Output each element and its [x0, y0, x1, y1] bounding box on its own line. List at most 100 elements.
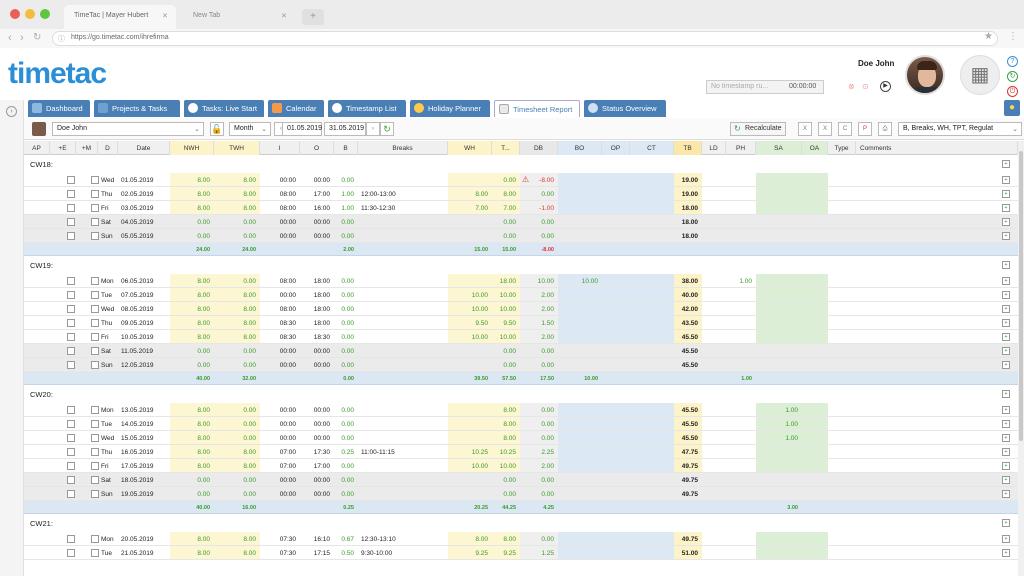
add-entry-icon[interactable]: + [1002, 160, 1010, 168]
edit-entry-icon[interactable]: + [1002, 333, 1010, 341]
column-header-type[interactable]: Type [828, 141, 856, 155]
column-header-o[interactable]: O [300, 141, 334, 155]
edit-entry-icon[interactable]: + [1002, 549, 1010, 557]
table-row[interactable]: Sun 19.05.2019 0.00 0.00 00:00 00:00 0.00 0.00 0… [24, 487, 1018, 501]
table-row[interactable]: Thu 02.05.2019 8.00 8.00 08:00 17:00 1.00 12:00… [24, 187, 1018, 201]
edit-entry-icon[interactable]: + [1002, 490, 1010, 498]
table-row[interactable]: Mon 06.05.2019 8.00 0.00 08:00 18:00 0.00 18.00… [24, 274, 1018, 288]
period-select[interactable]: Month ⌄ [229, 122, 271, 136]
column-header-i[interactable]: I [260, 141, 300, 155]
edit-entry-icon[interactable]: + [1002, 305, 1010, 313]
edit-entry-icon[interactable]: + [1002, 535, 1010, 543]
table-row[interactable]: Fri 17.05.2019 8.00 8.00 07:00 17:00 0.00 10.00… [24, 459, 1018, 473]
bookmark-star-icon[interactable]: ★ [984, 31, 993, 42]
plus-e-checkbox[interactable] [67, 462, 75, 470]
column-header-t[interactable]: T... [492, 141, 520, 155]
table-row[interactable]: Fri 03.05.2019 8.00 8.00 08:00 16:00 1.00 11:30… [24, 201, 1018, 215]
refresh-icon[interactable]: ↻ [380, 122, 394, 136]
lock-icon[interactable]: 🔓 [210, 122, 224, 136]
table-row[interactable]: Fri 10.05.2019 8.00 8.00 08:30 18:30 0.00 10.00… [24, 330, 1018, 344]
minimize-window-button[interactable] [25, 9, 35, 19]
browser-tab-new[interactable]: New Tab ✕ [183, 5, 295, 29]
plus-e-checkbox[interactable] [67, 549, 75, 557]
plus-e-checkbox[interactable] [67, 476, 75, 484]
column-header-oa[interactable]: OA [802, 141, 828, 155]
edit-entry-icon[interactable]: + [1002, 420, 1010, 428]
table-row[interactable]: Wed 15.05.2019 8.00 0.00 00:00 00:00 0.00 8.00 0… [24, 431, 1018, 445]
column-header-sa[interactable]: SA [756, 141, 802, 155]
plus-e-checkbox[interactable] [67, 333, 75, 341]
vertical-scrollbar[interactable] [1018, 141, 1024, 576]
browser-menu-icon[interactable]: ⋮ [1008, 31, 1018, 42]
edit-entry-icon[interactable]: + [1002, 190, 1010, 198]
column-header-b[interactable]: B [334, 141, 358, 155]
forward-icon[interactable]: › [20, 32, 24, 44]
expand-sidebar-icon[interactable]: › [6, 106, 17, 117]
table-row[interactable]: Wed 08.05.2019 8.00 8.00 08:00 18:00 0.00 10.00… [24, 302, 1018, 316]
add-entry-icon[interactable]: + [1002, 519, 1010, 527]
play-icon[interactable]: ▶ [880, 81, 891, 92]
tab-calendar[interactable]: Calendar [268, 100, 324, 117]
table-row[interactable]: Sun 12.05.2019 0.00 0.00 00:00 00:00 0.00 0.00 0… [24, 358, 1018, 372]
edit-entry-icon[interactable]: + [1002, 462, 1010, 470]
timestamp-widget[interactable]: No timestamp ru... 00:00:00 [706, 80, 824, 94]
column-header-twh[interactable]: TWH [214, 141, 260, 155]
table-row[interactable]: Thu 09.05.2019 8.00 8.00 08:30 18:00 0.00 9.50 9… [24, 316, 1018, 330]
url-field[interactable]: ⓘ https://go.timetac.com/ihrefirma [52, 31, 998, 46]
recalculate-button[interactable]: ↻ Recalculate [730, 122, 786, 136]
table-row[interactable]: Tue 14.05.2019 8.00 0.00 00:00 00:00 0.00 8.00 0… [24, 417, 1018, 431]
edit-entry-icon[interactable]: + [1002, 406, 1010, 414]
column-header-e[interactable]: +E [50, 141, 76, 155]
close-tab-icon[interactable]: ✕ [281, 12, 287, 20]
table-row[interactable]: Sun 05.05.2019 0.00 0.00 00:00 00:00 0.00 0.00 0… [24, 229, 1018, 243]
edit-entry-icon[interactable]: + [1002, 176, 1010, 184]
column-header-date[interactable]: Date [118, 141, 170, 155]
plus-e-checkbox[interactable] [67, 232, 75, 240]
logout-icon[interactable]: ⏻ [1007, 86, 1018, 97]
table-row[interactable]: Sat 04.05.2019 0.00 0.00 00:00 00:00 0.00 0.00 0… [24, 215, 1018, 229]
column-header-bo[interactable]: BO [558, 141, 602, 155]
add-entry-icon[interactable]: + [1002, 390, 1010, 398]
column-header-op[interactable]: OP [602, 141, 630, 155]
date-to-field[interactable]: 31.05.2019 [324, 122, 366, 136]
edit-entry-icon[interactable]: + [1002, 434, 1010, 442]
plus-e-checkbox[interactable] [67, 420, 75, 428]
plus-e-checkbox[interactable] [67, 406, 75, 414]
plus-e-checkbox[interactable] [67, 190, 75, 198]
column-header-comments[interactable]: Comments [856, 141, 1018, 155]
company-building-icon[interactable]: ▦ [960, 55, 1000, 95]
edit-entry-icon[interactable]: + [1002, 291, 1010, 299]
scrollbar-thumb[interactable] [1019, 151, 1023, 441]
column-header-ct[interactable]: CT [630, 141, 674, 155]
browser-tab-timetac[interactable]: TimeTac | Mayer Hubert ✕ [64, 5, 176, 29]
tab-timestamp-list[interactable]: Timestamp List [328, 100, 406, 117]
table-row[interactable]: Mon 13.05.2019 8.00 0.00 00:00 00:00 0.00 8.00 0… [24, 403, 1018, 417]
column-header-db[interactable]: DB [520, 141, 558, 155]
table-row[interactable]: Wed 01.05.2019 8.00 8.00 00:00 00:00 0.00 0.00-… [24, 173, 1018, 187]
export-xlsx-icon[interactable]: X [818, 122, 832, 136]
edit-entry-icon[interactable]: + [1002, 476, 1010, 484]
add-entry-icon[interactable]: + [1002, 261, 1010, 269]
tab-projects-tasks[interactable]: Projects & Tasks [94, 100, 180, 117]
plus-e-checkbox[interactable] [67, 176, 75, 184]
plus-e-checkbox[interactable] [67, 361, 75, 369]
tab-tasks-live-start[interactable]: Tasks: Live Start [184, 100, 264, 117]
edit-entry-icon[interactable]: + [1002, 218, 1010, 226]
column-header-ph[interactable]: PH [726, 141, 756, 155]
table-row[interactable]: Sat 11.05.2019 0.00 0.00 00:00 00:00 0.00 0.00 0… [24, 344, 1018, 358]
columns-select[interactable]: B, Breaks, WH, TPT, Regulat ⌄ [898, 122, 1022, 136]
edit-entry-icon[interactable]: + [1002, 319, 1010, 327]
print-icon[interactable]: ⎙ [878, 122, 892, 136]
plus-e-checkbox[interactable] [67, 448, 75, 456]
table-row[interactable]: Tue 21.05.2019 8.00 8.00 07:30 17:15 0.50 9:30-… [24, 546, 1018, 560]
avatar[interactable] [905, 55, 945, 95]
refresh-icon[interactable]: ↻ [1007, 71, 1018, 82]
plus-e-checkbox[interactable] [67, 204, 75, 212]
column-header-nwh[interactable]: NWH [170, 141, 214, 155]
table-row[interactable]: Sat 18.05.2019 0.00 0.00 00:00 00:00 0.00 0.00 0… [24, 473, 1018, 487]
warning-icon[interactable]: ⚠ [522, 175, 529, 184]
plus-e-checkbox[interactable] [67, 490, 75, 498]
column-header-ld[interactable]: LD [702, 141, 726, 155]
edit-entry-icon[interactable]: + [1002, 232, 1010, 240]
export-xls-icon[interactable]: X [798, 122, 812, 136]
